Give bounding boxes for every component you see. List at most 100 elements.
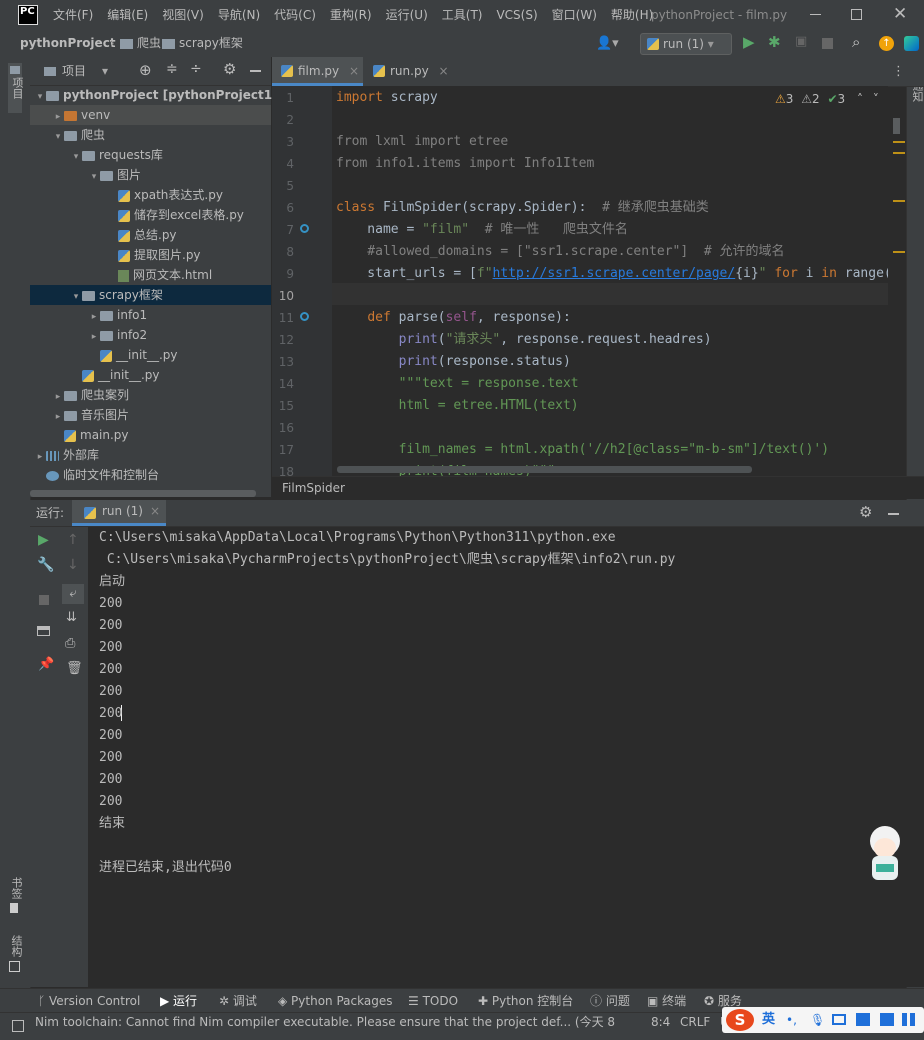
tree-item[interactable]: ▸ 爬虫案列 [30, 385, 271, 405]
chevron-right-icon[interactable]: ▸ [52, 107, 64, 127]
hide-panel-icon[interactable] [250, 70, 261, 72]
tree-item[interactable]: ▸ info2 [30, 325, 271, 345]
close-tab-icon[interactable]: × [150, 500, 160, 523]
tree-item[interactable]: ▾ requests库 [30, 145, 271, 165]
update-icon[interactable]: ↑ [879, 36, 894, 51]
chevron-down-icon[interactable]: ▾ [70, 147, 82, 167]
menu-item[interactable]: 代码(C) [274, 0, 316, 30]
close-tab-icon[interactable]: × [439, 64, 449, 78]
run-tab[interactable]: run (1) × [72, 500, 166, 526]
maximize-button[interactable] [851, 9, 862, 20]
menu-item[interactable]: 窗口(W) [552, 0, 597, 30]
pin-icon[interactable]: 📌 [38, 657, 54, 672]
menu-item[interactable]: 重构(R) [330, 0, 372, 30]
override-marker-icon[interactable] [300, 224, 309, 233]
tab-film-py[interactable]: film.py × [272, 57, 363, 86]
arrow-up-icon[interactable]: ↑ [67, 532, 79, 548]
breadcrumb-project[interactable]: pythonProject [20, 30, 116, 57]
gear-icon[interactable]: ⚙ [859, 503, 872, 521]
tree-item[interactable]: ▸ 外部库 [30, 445, 271, 465]
more-options-icon[interactable]: ⋮ [892, 57, 905, 86]
scroll-to-end-icon[interactable]: ⇊ [66, 610, 77, 625]
menu-item[interactable]: 工具(T) [442, 0, 483, 30]
tool-window-button[interactable]: ◈ Python Packages [278, 989, 392, 1013]
stop-icon[interactable] [822, 38, 833, 49]
bookmarks-tool-button[interactable]: 书签 [8, 877, 23, 917]
debug-icon[interactable]: ✱ [768, 33, 781, 51]
chevron-down-icon[interactable]: ▾ [34, 87, 46, 107]
search-icon[interactable]: ⌕ [852, 33, 860, 51]
menu-item[interactable]: 运行(U) [386, 0, 428, 30]
layout-icon[interactable] [37, 626, 50, 636]
ime-toolbar[interactable]: S 英 •, 🎙 [722, 1007, 924, 1033]
tree-item[interactable]: 网页文本.html [30, 265, 271, 285]
rerun-icon[interactable]: ▶ [38, 532, 49, 548]
collapse-all-icon[interactable]: ÷ [190, 61, 202, 77]
project-tool-button[interactable]: 项目 [8, 63, 24, 113]
expand-all-icon[interactable]: ≑ [166, 61, 178, 77]
hide-panel-icon[interactable] [888, 513, 899, 515]
trash-icon[interactable]: 🗑 [66, 661, 83, 676]
run-config-select[interactable]: run (1) ▾ [640, 33, 732, 55]
tool-window-button[interactable]: ᚴ Version Control [38, 989, 140, 1013]
horizontal-scrollbar[interactable] [337, 466, 752, 473]
tree-item[interactable]: xpath表达式.py [30, 185, 271, 205]
tool-window-button[interactable]: ✚ Python 控制台 [478, 989, 573, 1013]
menu-item[interactable]: 视图(V) [162, 0, 204, 30]
tree-item[interactable]: 临时文件和控制台 [30, 465, 271, 485]
status-message[interactable]: Nim toolchain: Cannot find Nim compiler … [35, 1013, 615, 1031]
line-separator[interactable]: CRLF [680, 1013, 710, 1031]
tree-item[interactable]: __init__.py [30, 365, 271, 385]
tool-window-button[interactable]: ▣ 终端 [647, 989, 686, 1013]
close-button[interactable]: ✕ [893, 4, 907, 24]
close-tab-icon[interactable]: × [349, 64, 359, 78]
tree-item[interactable]: ▾ 图片 [30, 165, 271, 185]
project-view-title[interactable]: 项目 [62, 57, 86, 85]
status-panel-icon[interactable] [12, 1020, 24, 1032]
chevron-up-icon[interactable]: ˄ [857, 92, 863, 106]
tree-item[interactable]: ▾ scrapy框架 [30, 285, 271, 305]
coverage-icon[interactable]: ▣ [795, 34, 807, 49]
stop-icon[interactable] [39, 595, 49, 605]
chevron-right-icon[interactable]: ▸ [52, 407, 64, 427]
tree-item[interactable]: main.py [30, 425, 271, 445]
vertical-scrollbar[interactable] [893, 118, 900, 134]
tool-window-button[interactable]: ▶ 运行 [160, 989, 197, 1013]
chevron-down-icon[interactable]: ▾ [70, 287, 82, 307]
chevron-right-icon[interactable]: ▸ [88, 307, 100, 327]
menu-item[interactable]: 导航(N) [218, 0, 260, 30]
tab-run-py[interactable]: run.py × [364, 57, 470, 86]
run-icon[interactable]: ▶ [743, 33, 755, 51]
chevron-right-icon[interactable]: ▸ [34, 447, 46, 467]
chevron-down-icon[interactable]: ˅ [873, 92, 879, 106]
tree-item[interactable]: ▸ 音乐图片 [30, 405, 271, 425]
tool-window-button[interactable]: ⓘ 问题 [590, 989, 630, 1013]
breadcrumb-folder-scrapy[interactable]: scrapy框架 [179, 30, 243, 57]
tree-item[interactable]: ▾ 爬虫 [30, 125, 271, 145]
target-icon[interactable]: ⊕ [139, 61, 152, 79]
caret-position[interactable]: 8:4 [651, 1013, 670, 1031]
menu-item[interactable]: 编辑(E) [107, 0, 148, 30]
chevron-down-icon[interactable]: ▾ [88, 167, 100, 187]
plugin-icon[interactable] [904, 36, 919, 51]
wrench-icon[interactable]: 🔧 [37, 557, 54, 573]
breadcrumb-class[interactable]: FilmSpider [282, 477, 345, 499]
tree-item[interactable]: 提取图片.py [30, 245, 271, 265]
tool-window-button[interactable]: ☰ TODO [408, 989, 458, 1013]
user-icon[interactable]: 👤▾ [596, 36, 619, 51]
gear-icon[interactable]: ⚙ [223, 60, 236, 78]
tool-window-button[interactable]: ✲ 调试 [219, 989, 257, 1013]
tree-item[interactable]: ▸ venv [30, 105, 271, 125]
tree-item[interactable]: ▸ info1 [30, 305, 271, 325]
chevron-right-icon[interactable]: ▸ [52, 387, 64, 407]
tree-item[interactable]: __init__.py [30, 345, 271, 365]
breadcrumb-folder-crawler[interactable]: 爬虫 [137, 30, 161, 57]
soft-wrap-icon[interactable]: ⤶ [62, 584, 84, 604]
minimize-button[interactable] [810, 14, 821, 15]
menu-item[interactable]: 文件(F) [53, 0, 93, 30]
tree-item[interactable]: ▾pythonProject [pythonProject1]C [30, 85, 290, 107]
structure-tool-button[interactable]: 结构 [8, 935, 23, 976]
menu-item[interactable]: VCS(S) [496, 0, 537, 30]
print-icon[interactable]: ⎙ [65, 636, 75, 651]
chevron-down-icon[interactable]: ▾ [102, 57, 108, 85]
